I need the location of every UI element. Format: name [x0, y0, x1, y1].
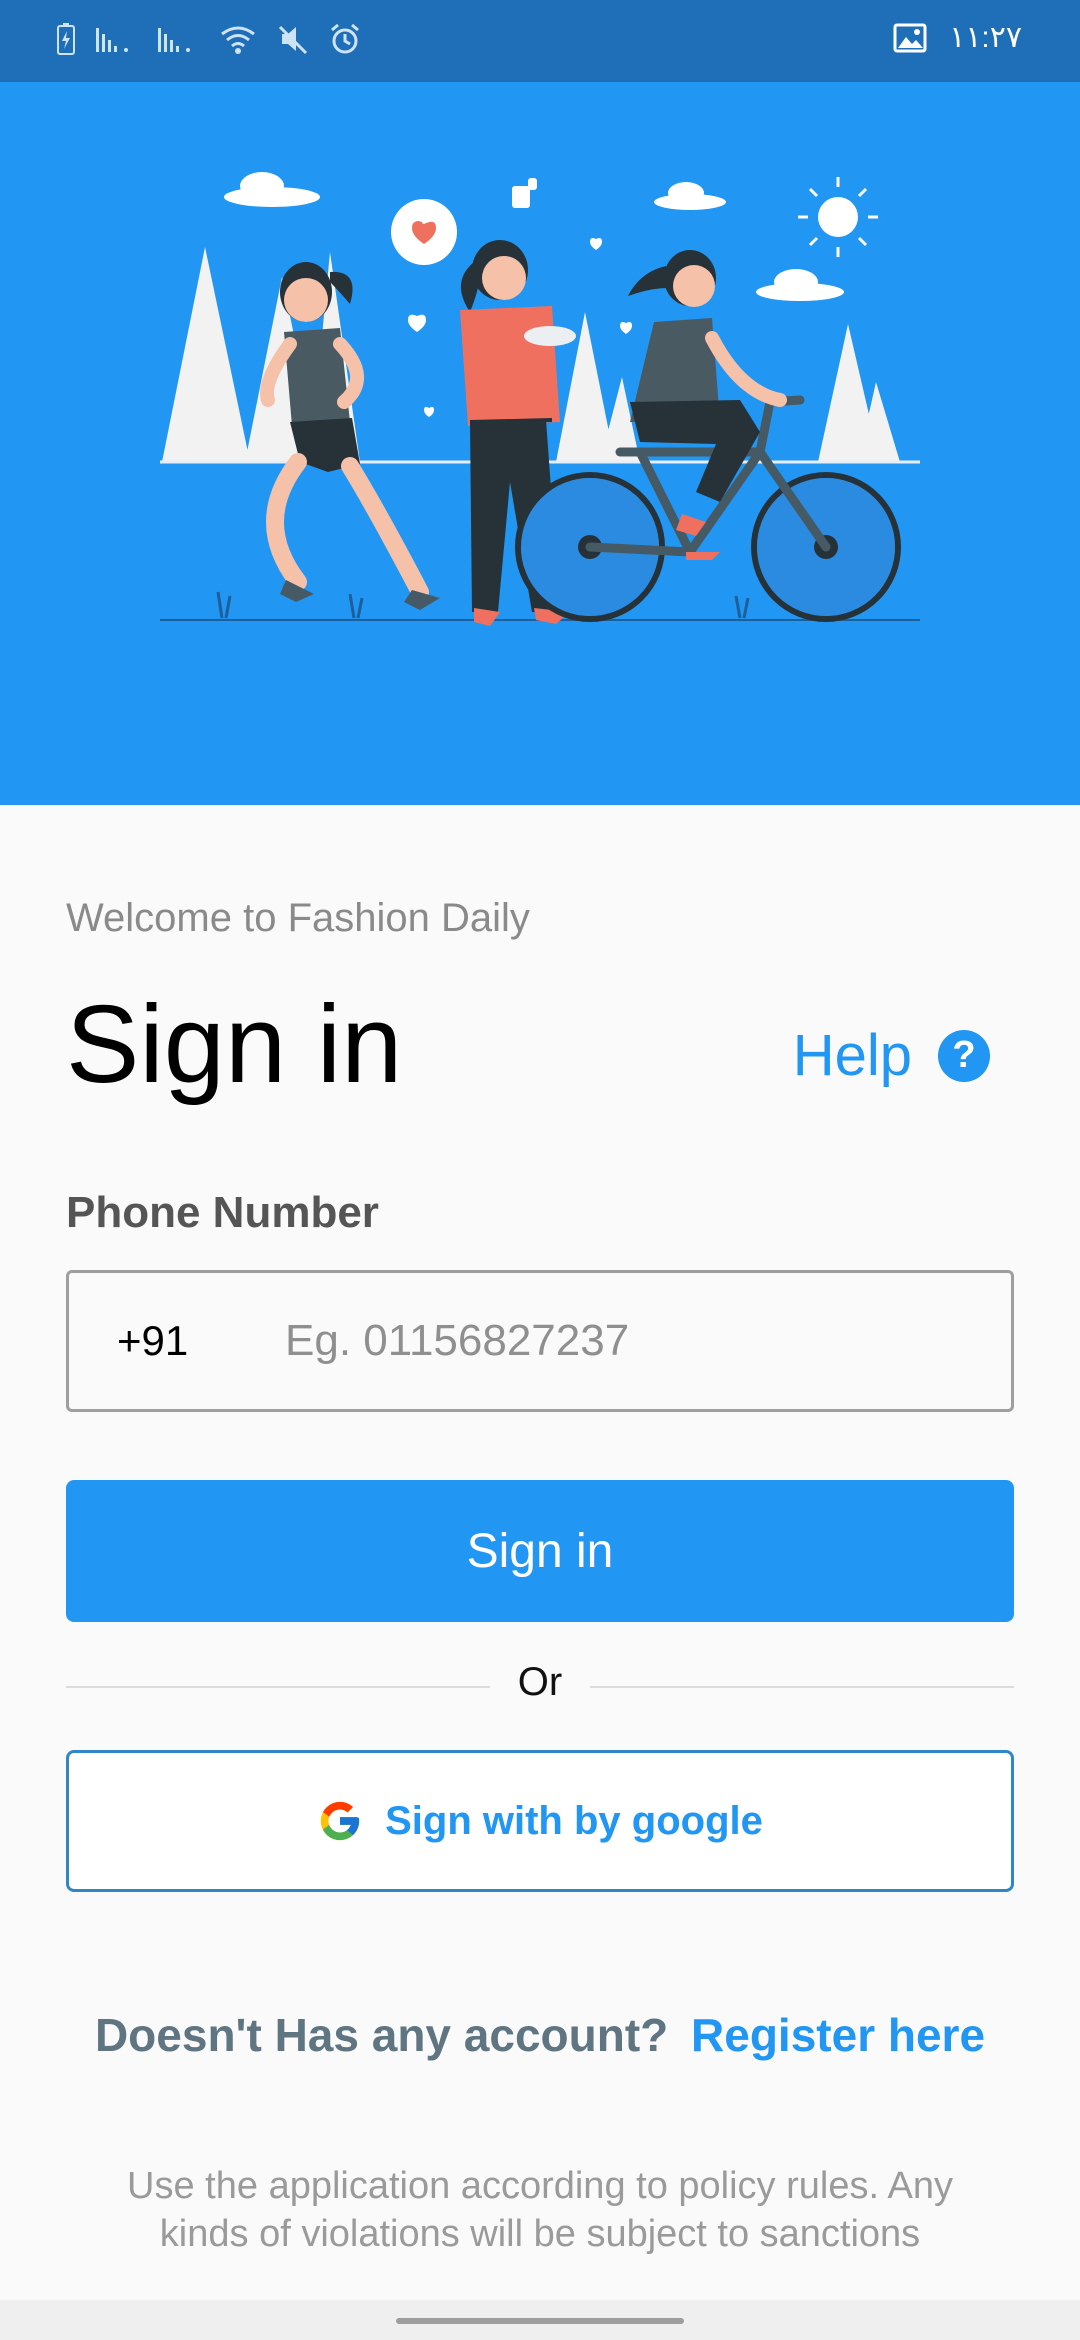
wifi-icon	[221, 26, 255, 54]
google-sign-in-button[interactable]: Sign with by google	[66, 1750, 1014, 1892]
register-row: Doesn't Has any account? Register here	[0, 2008, 1080, 2062]
help-button[interactable]: Help ?	[793, 1022, 990, 1089]
status-bar: ١١:٢٧	[0, 0, 1080, 82]
page-title: Sign in	[66, 983, 403, 1106]
home-indicator[interactable]	[396, 2318, 684, 2324]
google-button-label: Sign with by google	[385, 1798, 763, 1843]
country-code[interactable]: +91	[117, 1317, 237, 1365]
register-prompt: Doesn't Has any account?	[94, 2009, 669, 2061]
navigation-bar	[0, 2300, 1080, 2340]
image-icon	[893, 23, 927, 52]
mute-icon	[278, 25, 308, 55]
or-text: Or	[517, 1660, 563, 1704]
status-icons-left	[56, 22, 362, 56]
signal-icon	[96, 28, 128, 52]
status-time: ١١:٢٧	[949, 21, 1022, 54]
policy-text: Use the application according to policy …	[127, 2165, 953, 2255]
people-exercising-illustration	[160, 172, 920, 626]
battery-charging-icon	[57, 23, 75, 55]
status-icons-right: ١١:٢٧	[893, 20, 1022, 55]
phone-number-input[interactable]	[283, 1315, 987, 1367]
sign-in-button[interactable]: Sign in	[66, 1480, 1014, 1622]
register-link[interactable]: Register here	[691, 2009, 985, 2061]
hero-banner	[0, 82, 1080, 805]
phone-number-label: Phone Number	[66, 1188, 379, 1237]
help-icon: ?	[938, 1029, 990, 1082]
phone-number-field[interactable]: +91	[66, 1270, 1014, 1412]
or-divider: Or	[66, 1660, 1014, 1710]
google-icon	[320, 1801, 360, 1841]
help-label: Help	[792, 1023, 912, 1088]
alarm-icon	[331, 23, 359, 54]
welcome-text: Welcome to Fashion Daily	[66, 896, 530, 940]
signal-icon	[158, 28, 190, 52]
